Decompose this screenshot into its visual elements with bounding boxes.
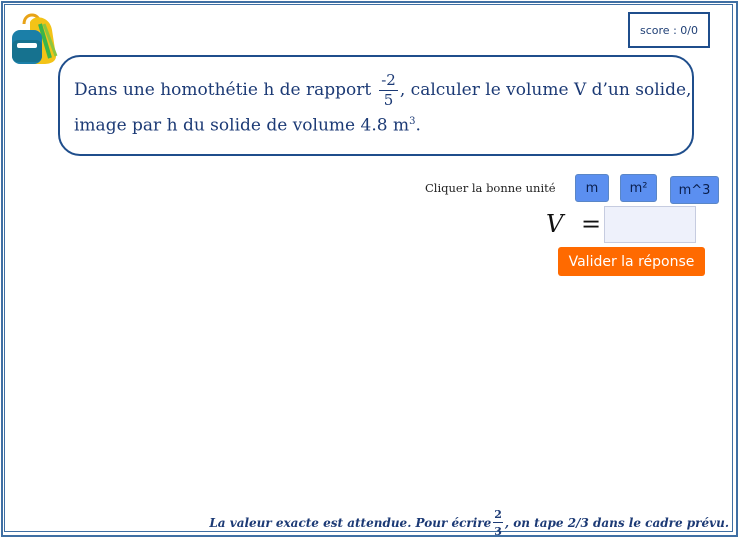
unit-instruction: Cliquer la bonne unité	[425, 181, 556, 195]
unit-button-m[interactable]: m	[575, 174, 609, 202]
backpack-icon	[12, 13, 58, 64]
ratio-numerator: -2	[379, 71, 398, 91]
footer-fraction: 2 3	[493, 508, 503, 538]
question-box: Dans une homothétie h de rapport -2 5 , …	[58, 55, 694, 156]
question-line2-before: image par h du solide de volume 4.8 m	[74, 115, 410, 136]
unit-button-m2[interactable]: m²	[620, 174, 657, 202]
score-box: score : 0/0	[628, 12, 710, 48]
answer-input[interactable]	[604, 206, 696, 243]
question-line-1: Dans une homothétie h de rapport -2 5 , …	[74, 73, 691, 108]
footer-text-after: , on tape 2/3 dans le cadre prévu.	[504, 516, 729, 530]
footer-text-before: La valeur exacte est attendue. Pour écri…	[209, 516, 492, 530]
question-text-before: Dans une homothétie h de rapport	[74, 80, 372, 100]
question-line2-after: .	[415, 115, 421, 136]
question-line-2: image par h du solide de volume 4.8 m3.	[74, 117, 421, 135]
footer-frac-denominator: 3	[494, 525, 502, 538]
unit-button-m3[interactable]: m^3	[670, 176, 719, 204]
ratio-denominator: 5	[383, 91, 394, 109]
validate-button[interactable]: Valider la réponse	[558, 247, 705, 276]
score-label: score : 0/0	[640, 23, 698, 37]
ratio-fraction: -2 5	[379, 73, 398, 108]
answer-label: V =	[546, 210, 601, 238]
footer-frac-numerator: 2	[493, 508, 503, 523]
question-text-after: , calculer le volume V d’un solide,	[399, 80, 692, 100]
answer-variable: V	[546, 210, 564, 238]
answer-equals: =	[580, 210, 602, 238]
footer-hint: La valeur exacte est attendue. Pour écri…	[209, 508, 729, 538]
